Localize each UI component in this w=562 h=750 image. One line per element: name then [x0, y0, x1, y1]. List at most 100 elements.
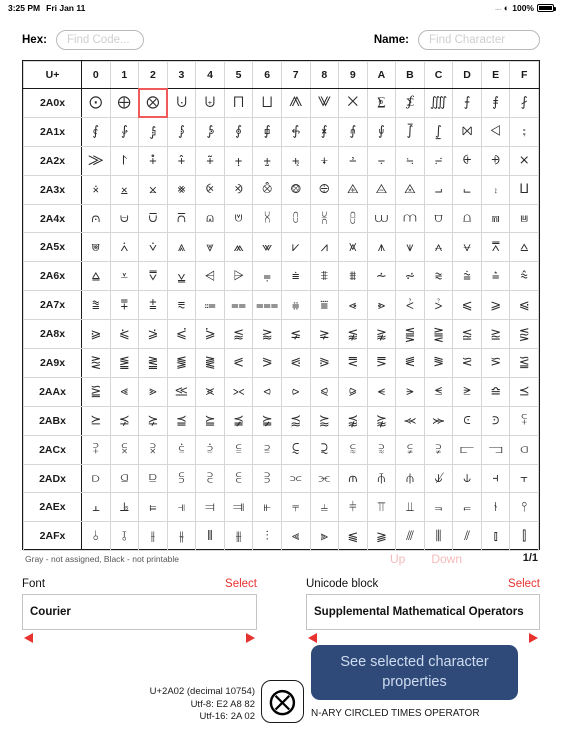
grid-cell[interactable]: ⫾ — [481, 522, 510, 551]
grid-cell[interactable]: ⩋ — [396, 204, 425, 233]
grid-cell[interactable]: ⫥ — [224, 493, 253, 522]
grid-cell[interactable]: ⨔ — [196, 117, 225, 146]
grid-cell[interactable]: ⪭ — [453, 377, 482, 406]
grid-cell[interactable]: ⪷ — [281, 406, 310, 435]
grid-cell[interactable]: ⨸ — [310, 175, 339, 204]
grid-cell[interactable]: ⨚ — [367, 117, 396, 146]
grid-cell[interactable]: ⪫ — [396, 377, 425, 406]
font-value-box[interactable]: Courier — [22, 594, 257, 630]
triangle-left-icon[interactable] — [308, 633, 317, 643]
grid-cell[interactable]: ⪞ — [481, 349, 510, 378]
grid-cell[interactable]: ⩱ — [110, 291, 139, 320]
grid-cell[interactable]: ⫠ — [82, 493, 111, 522]
grid-cell[interactable]: ⪜ — [424, 349, 453, 378]
grid-cell[interactable]: ⫢ — [139, 493, 168, 522]
grid-cell[interactable]: ⫵ — [224, 522, 253, 551]
grid-cell[interactable]: ⩼ — [424, 291, 453, 320]
grid-cell[interactable]: ⪈ — [310, 320, 339, 349]
grid-cell[interactable]: ⨖ — [253, 117, 282, 146]
grid-cell[interactable]: ⪼ — [424, 406, 453, 435]
grid-cell[interactable]: ⩾ — [481, 291, 510, 320]
grid-cell[interactable]: ⩙ — [339, 233, 368, 262]
grid-cell[interactable]: ⨦ — [253, 146, 282, 175]
grid-cell[interactable]: ⩀ — [82, 204, 111, 233]
grid-cell[interactable]: ⩞ — [481, 233, 510, 262]
grid-cell[interactable]: ⨾ — [481, 175, 510, 204]
grid-cell[interactable]: ⩏ — [510, 204, 539, 233]
grid-cell[interactable]: ⩵ — [224, 291, 253, 320]
grid-cell[interactable]: ⪆ — [253, 320, 282, 349]
grid-cell[interactable]: ⫚ — [367, 464, 396, 493]
grid-cell[interactable]: ⨞ — [481, 117, 510, 146]
grid-cell[interactable]: ⩬ — [424, 262, 453, 291]
grid-cell[interactable]: ⪨ — [310, 377, 339, 406]
grid-cell[interactable]: ⪃ — [167, 320, 196, 349]
grid-cell[interactable]: ⫨ — [310, 493, 339, 522]
grid-cell[interactable]: ⪍ — [453, 320, 482, 349]
grid-cell[interactable]: ⪵ — [224, 406, 253, 435]
grid-cell[interactable]: ⨰ — [82, 175, 111, 204]
grid-cell[interactable]: ⫞ — [481, 464, 510, 493]
grid-cell[interactable]: ⪕ — [224, 349, 253, 378]
grid-cell[interactable]: ⫱ — [110, 522, 139, 551]
grid-cell[interactable]: ⨬ — [424, 146, 453, 175]
grid-cell[interactable]: ⫆ — [253, 435, 282, 464]
grid-cell[interactable]: ⪓ — [167, 349, 196, 378]
grid-cell[interactable]: ⩒ — [139, 233, 168, 262]
grid-cell[interactable]: ⩢ — [139, 262, 168, 291]
grid-cell[interactable]: ⩸ — [310, 291, 339, 320]
grid-cell[interactable]: ⫲ — [139, 522, 168, 551]
grid-cell[interactable]: ⫉ — [339, 435, 368, 464]
grid-cell[interactable]: ⪾ — [481, 406, 510, 435]
grid-cell[interactable]: ⨕ — [224, 117, 253, 146]
grid-cell[interactable]: ⨌ — [424, 89, 453, 118]
grid-cell[interactable]: ⪊ — [367, 320, 396, 349]
grid-cell[interactable]: ⪟ — [510, 349, 539, 378]
grid-cell[interactable]: ⫣ — [167, 493, 196, 522]
grid-cell[interactable]: ⨜ — [424, 117, 453, 146]
grid-cell[interactable]: ⩘ — [310, 233, 339, 262]
grid-cell[interactable]: ⪀ — [82, 320, 111, 349]
grid-cell[interactable]: ⪺ — [367, 406, 396, 435]
grid-cell[interactable]: ⪩ — [339, 377, 368, 406]
grid-cell[interactable]: ⨂ — [139, 89, 168, 118]
grid-cell[interactable]: ⨧ — [281, 146, 310, 175]
grid-cell[interactable]: ⫗ — [281, 464, 310, 493]
grid-cell[interactable]: ⩔ — [196, 233, 225, 262]
grid-cell[interactable]: ⩶ — [253, 291, 282, 320]
grid-cell[interactable]: ⨊ — [367, 89, 396, 118]
grid-cell[interactable]: ⪮ — [481, 377, 510, 406]
grid-cell[interactable]: ⪲ — [139, 406, 168, 435]
grid-cell[interactable]: ⨼ — [424, 175, 453, 204]
grid-cell[interactable]: ⨽ — [453, 175, 482, 204]
page-up-button[interactable]: Up — [390, 552, 405, 566]
grid-cell[interactable]: ⩊ — [367, 204, 396, 233]
grid-cell[interactable]: ⪉ — [339, 320, 368, 349]
grid-cell[interactable]: ⨑ — [110, 117, 139, 146]
grid-cell[interactable]: ⫝ — [453, 464, 482, 493]
grid-cell[interactable]: ⨠ — [82, 146, 111, 175]
grid-cell[interactable]: ⪸ — [310, 406, 339, 435]
grid-cell[interactable]: ⨛ — [396, 117, 425, 146]
grid-cell[interactable]: ⪅ — [224, 320, 253, 349]
grid-cell[interactable]: ⫀ — [82, 435, 111, 464]
grid-cell[interactable]: ⫝̸ — [424, 464, 453, 493]
grid-cell[interactable]: ⫤ — [196, 493, 225, 522]
grid-cell[interactable]: ⪛ — [396, 349, 425, 378]
grid-cell[interactable]: ⫎ — [481, 435, 510, 464]
grid-cell[interactable]: ⨅ — [224, 89, 253, 118]
grid-cell[interactable]: ⨋ — [396, 89, 425, 118]
grid-cell[interactable]: ⪪ — [367, 377, 396, 406]
grid-cell[interactable]: ⪇ — [281, 320, 310, 349]
grid-cell[interactable]: ⨟ — [510, 117, 539, 146]
grid-cell[interactable]: ⨩ — [339, 146, 368, 175]
grid-cell[interactable]: ⩹ — [339, 291, 368, 320]
grid-cell[interactable]: ⨭ — [453, 146, 482, 175]
grid-cell[interactable]: ⩇ — [281, 204, 310, 233]
grid-cell[interactable]: ⨄ — [196, 89, 225, 118]
grid-cell[interactable]: ⨁ — [110, 89, 139, 118]
grid-cell[interactable]: ⩽ — [453, 291, 482, 320]
grid-cell[interactable]: ⪡ — [110, 377, 139, 406]
grid-cell[interactable]: ⨉ — [339, 89, 368, 118]
grid-cell[interactable]: ⫃ — [167, 435, 196, 464]
